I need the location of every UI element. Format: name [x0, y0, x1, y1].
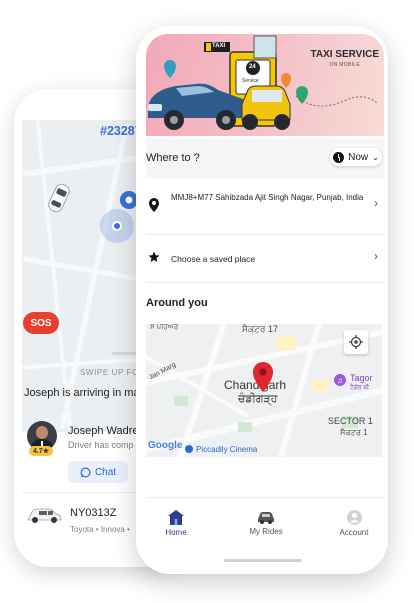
time-selector[interactable]: Now ⌄ — [330, 148, 382, 166]
taxi-sign-text: TAXI — [212, 43, 226, 49]
nav-account-label: Account — [339, 528, 369, 537]
banner-title: TAXI SERVICE — [310, 49, 379, 60]
home-icon — [168, 510, 184, 525]
driver-status: Driver has comp — [68, 440, 134, 450]
map-label: SECTOR 1 — [328, 416, 373, 426]
time-selector-label: Now — [348, 151, 369, 163]
chat-icon — [80, 467, 91, 477]
nav-my-rides-label: My Rides — [249, 527, 283, 536]
location-pin-icon — [149, 198, 159, 212]
nav-home[interactable]: Home — [146, 510, 206, 537]
my-location-button[interactable] — [344, 330, 368, 354]
clock-icon — [333, 151, 345, 163]
divider — [146, 234, 384, 235]
crosshair-icon — [349, 335, 363, 349]
car-marker-icon — [48, 183, 70, 213]
saved-place-label: Choose a saved place — [171, 254, 256, 264]
where-to-label[interactable]: Where to ? — [146, 152, 200, 164]
around-you-heading: Around you — [146, 297, 208, 309]
map-label: Piccadily Cinema — [196, 445, 258, 454]
chevron-right-icon: › — [374, 249, 378, 263]
map-label: ਸੈਕਟਰ 17 — [242, 324, 278, 334]
current-address: MMJ8+M77 Sahibzada Ajit Singh Nagar, Pun… — [171, 193, 364, 202]
user-location-dot — [112, 221, 122, 231]
vehicle-icon — [27, 508, 62, 523]
map-label: ਸ ਪਹਿਅਰ — [150, 324, 179, 331]
chevron-down-icon: ⌄ — [372, 152, 379, 162]
nav-account[interactable]: Account — [324, 510, 384, 537]
nav-home-label: Home — [165, 528, 187, 537]
cinema-icon — [185, 445, 193, 453]
home-indicator — [224, 559, 302, 562]
account-icon — [346, 510, 362, 525]
front-phone-screen: TAXI SERVICE ON MOBILE TAXI 24 Service W… — [136, 26, 388, 574]
chat-label: Chat — [94, 466, 117, 478]
music-icon: ♫ — [334, 374, 346, 386]
arrival-status: Joseph is arriving in ma — [24, 387, 140, 399]
booth-subtext: Service — [242, 78, 259, 84]
chat-button[interactable]: Chat — [68, 461, 128, 483]
sos-button[interactable]: SOS — [23, 312, 59, 334]
google-logo: Google — [148, 440, 183, 451]
map-pin-icon — [253, 362, 273, 392]
map-city-label-local: ਚੰਡੀਗੜ੍ਹ — [238, 393, 278, 405]
star-icon — [148, 251, 160, 262]
banner-subtitle: ON MOBILE — [329, 62, 360, 68]
vehicle-model: Toyota • Innova • — [70, 525, 130, 534]
driver-name: Joseph Wadre — [68, 425, 139, 437]
map-label: ਟੈਗੋਰ ਥੀ — [350, 385, 370, 391]
booth-number: 24 — [249, 64, 256, 70]
car-icon — [258, 512, 274, 524]
around-you-map[interactable]: ਸ ਪਹਿਅਰ ਸੈਕਟਰ 17 Jan Marg Chandigarh ਚੰਡ… — [146, 324, 382, 457]
vehicle-plate: NY0313Z — [70, 507, 117, 519]
chevron-right-icon: › — [374, 196, 378, 210]
divider — [146, 282, 384, 283]
nav-my-rides[interactable]: My Rides — [236, 510, 296, 536]
driver-rating-badge: 4.7★ — [29, 446, 54, 456]
promo-banner[interactable]: TAXI SERVICE ON MOBILE TAXI 24 Service — [146, 34, 384, 136]
map-label: Tagor — [350, 373, 373, 383]
bottom-nav: Home My Rides Account — [146, 494, 384, 546]
map-label: ਸੈਕਟਰ 1 — [340, 428, 368, 437]
swipe-up-hint: SWIPE UP FO — [80, 368, 139, 377]
